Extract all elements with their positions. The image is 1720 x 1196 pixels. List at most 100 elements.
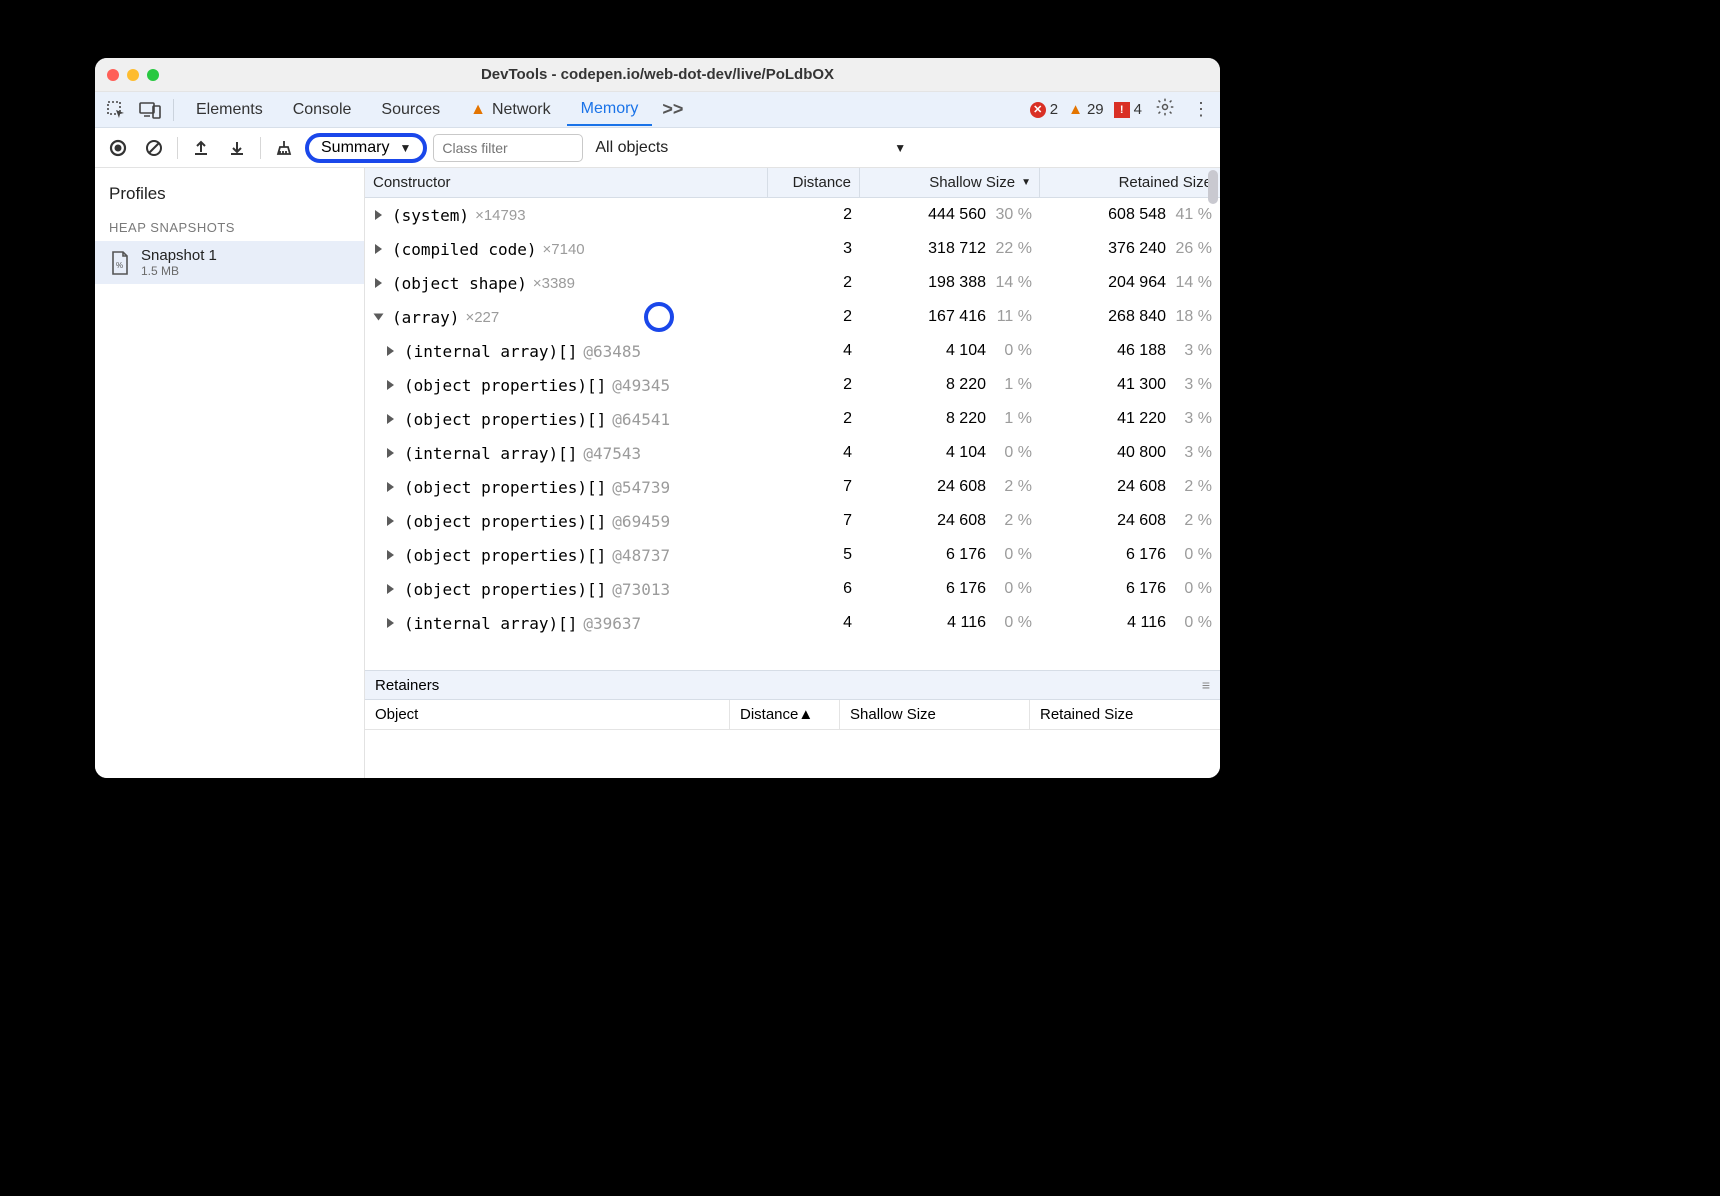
- perspective-label: Summary: [321, 139, 389, 157]
- distance-cell: 4: [768, 606, 860, 640]
- disclosure-closed-icon[interactable]: [387, 618, 394, 628]
- tab-sources[interactable]: Sources: [367, 95, 454, 125]
- table-row[interactable]: (compiled code) ×71403318 71222 %376 240…: [365, 232, 1220, 266]
- distance-cell: 4: [768, 334, 860, 368]
- titlebar: DevTools - codepen.io/web-dot-dev/live/P…: [95, 58, 1220, 92]
- rows: (system) ×147932444 56030 %608 54841 %(c…: [365, 198, 1220, 670]
- scrollbar-thumb[interactable]: [1208, 170, 1218, 204]
- disclosure-closed-icon[interactable]: [375, 244, 382, 254]
- tab-console[interactable]: Console: [279, 95, 366, 125]
- table-row[interactable]: (internal array)[] @3963744 1160 %4 1160…: [365, 606, 1220, 640]
- scope-select[interactable]: All objects ▼: [595, 139, 906, 157]
- table-row[interactable]: (internal array)[] @4754344 1040 %40 800…: [365, 436, 1220, 470]
- svg-text:%: %: [116, 261, 123, 270]
- issue-icon: !: [1114, 102, 1130, 118]
- table-row[interactable]: (internal array)[] @6348544 1040 %46 188…: [365, 334, 1220, 368]
- disclosure-closed-icon[interactable]: [387, 516, 394, 526]
- constructor-cell: (object properties)[] @64541: [365, 402, 768, 436]
- col-shallow[interactable]: Shallow Size▼: [860, 168, 1040, 197]
- constructor-name: (object properties)[]: [404, 376, 606, 395]
- distance-cell: 2: [768, 300, 860, 334]
- main-pane: Constructor Distance Shallow Size▼ Retai…: [365, 168, 1220, 778]
- disclosure-open-icon[interactable]: [374, 314, 384, 321]
- table-row[interactable]: (object properties)[] @4873756 1760 %6 1…: [365, 538, 1220, 572]
- window-title: DevTools - codepen.io/web-dot-dev/live/P…: [95, 66, 1220, 83]
- tabs-overflow[interactable]: >>: [654, 93, 691, 126]
- zoom-icon[interactable]: [147, 69, 159, 81]
- device-toolbar-icon[interactable]: [135, 96, 165, 124]
- shallow-cell: 444 56030 %: [860, 198, 1040, 232]
- minimize-icon[interactable]: [127, 69, 139, 81]
- snapshot-name: Snapshot 1: [141, 247, 217, 264]
- chevron-down-icon: ▼: [399, 141, 411, 155]
- disclosure-closed-icon[interactable]: [387, 380, 394, 390]
- col-distance[interactable]: Distance: [768, 168, 860, 197]
- disclosure-closed-icon[interactable]: [387, 448, 394, 458]
- table-row[interactable]: (object properties)[] @4934528 2201 %41 …: [365, 368, 1220, 402]
- class-filter-input[interactable]: [433, 134, 583, 162]
- errors-badge[interactable]: ✕2: [1030, 101, 1058, 118]
- sort-asc-icon: ▲: [798, 706, 813, 723]
- ret-col-retained[interactable]: Retained Size: [1030, 700, 1220, 729]
- constructor-cell: (internal array)[] @47543: [365, 436, 768, 470]
- table-row[interactable]: (system) ×147932444 56030 %608 54841 %: [365, 198, 1220, 232]
- ret-col-object[interactable]: Object: [365, 700, 730, 729]
- clear-icon[interactable]: [139, 133, 169, 163]
- table-row[interactable]: (array) ×2272167 41611 %268 84018 %: [365, 300, 1220, 334]
- shallow-cell: 6 1760 %: [860, 572, 1040, 606]
- distance-cell: 2: [768, 266, 860, 300]
- table-row[interactable]: (object properties)[] @69459724 6082 %24…: [365, 504, 1220, 538]
- menu-icon[interactable]: ≡: [1202, 677, 1210, 693]
- ret-col-distance[interactable]: Distance▲: [730, 700, 840, 729]
- constructor-name: (object shape): [392, 274, 527, 293]
- disclosure-closed-icon[interactable]: [387, 482, 394, 492]
- col-retained[interactable]: Retained Size: [1040, 168, 1220, 197]
- table-row[interactable]: (object properties)[] @7301366 1760 %6 1…: [365, 572, 1220, 606]
- kebab-icon[interactable]: ⋮: [1188, 99, 1214, 120]
- shallow-cell: 4 1040 %: [860, 334, 1040, 368]
- status-area: ✕2 ▲29 !4 ⋮: [1030, 97, 1214, 122]
- issues-badge[interactable]: !4: [1114, 101, 1142, 118]
- object-id: @49345: [612, 376, 670, 395]
- disclosure-closed-icon[interactable]: [387, 346, 394, 356]
- shallow-cell: 6 1760 %: [860, 538, 1040, 572]
- shallow-cell: 24 6082 %: [860, 470, 1040, 504]
- disclosure-closed-icon[interactable]: [375, 210, 382, 220]
- disclosure-closed-icon[interactable]: [387, 584, 394, 594]
- sidebar-category: HEAP SNAPSHOTS: [95, 214, 364, 241]
- tab-memory[interactable]: Memory: [567, 94, 653, 126]
- gear-icon[interactable]: [1152, 97, 1178, 122]
- tabs: Elements Console Sources ▲Network Memory…: [182, 93, 691, 126]
- constructor-name: (object properties)[]: [404, 410, 606, 429]
- retained-cell: 41 3003 %: [1040, 368, 1220, 402]
- constructor-name: (object properties)[]: [404, 546, 606, 565]
- distance-cell: 2: [768, 368, 860, 402]
- ret-col-shallow[interactable]: Shallow Size: [840, 700, 1030, 729]
- table-row[interactable]: (object properties)[] @54739724 6082 %24…: [365, 470, 1220, 504]
- constructor-cell: (system) ×14793: [365, 198, 768, 232]
- upload-icon[interactable]: [186, 133, 216, 163]
- perspective-select[interactable]: Summary ▼: [305, 133, 427, 163]
- close-icon[interactable]: [107, 69, 119, 81]
- tab-elements[interactable]: Elements: [182, 95, 277, 125]
- snapshot-item[interactable]: % Snapshot 1 1.5 MB: [95, 241, 364, 284]
- object-id: @39637: [583, 614, 641, 633]
- disclosure-closed-icon[interactable]: [375, 278, 382, 288]
- shallow-cell: 318 71222 %: [860, 232, 1040, 266]
- retainers-label: Retainers: [375, 677, 439, 694]
- profiles-sidebar: Profiles HEAP SNAPSHOTS % Snapshot 1 1.5…: [95, 168, 365, 778]
- disclosure-closed-icon[interactable]: [387, 550, 394, 560]
- snapshot-text: Snapshot 1 1.5 MB: [141, 247, 217, 278]
- shallow-cell: 4 1160 %: [860, 606, 1040, 640]
- record-icon[interactable]: [103, 133, 133, 163]
- warnings-badge[interactable]: ▲29: [1068, 101, 1104, 118]
- tab-network[interactable]: ▲Network: [456, 95, 565, 125]
- instance-count: ×227: [465, 309, 499, 326]
- table-row[interactable]: (object shape) ×33892198 38814 %204 9641…: [365, 266, 1220, 300]
- table-row[interactable]: (object properties)[] @6454128 2201 %41 …: [365, 402, 1220, 436]
- gc-broom-icon[interactable]: [269, 133, 299, 163]
- disclosure-closed-icon[interactable]: [387, 414, 394, 424]
- inspect-element-icon[interactable]: [101, 96, 131, 124]
- col-constructor[interactable]: Constructor: [365, 168, 768, 197]
- download-icon[interactable]: [222, 133, 252, 163]
